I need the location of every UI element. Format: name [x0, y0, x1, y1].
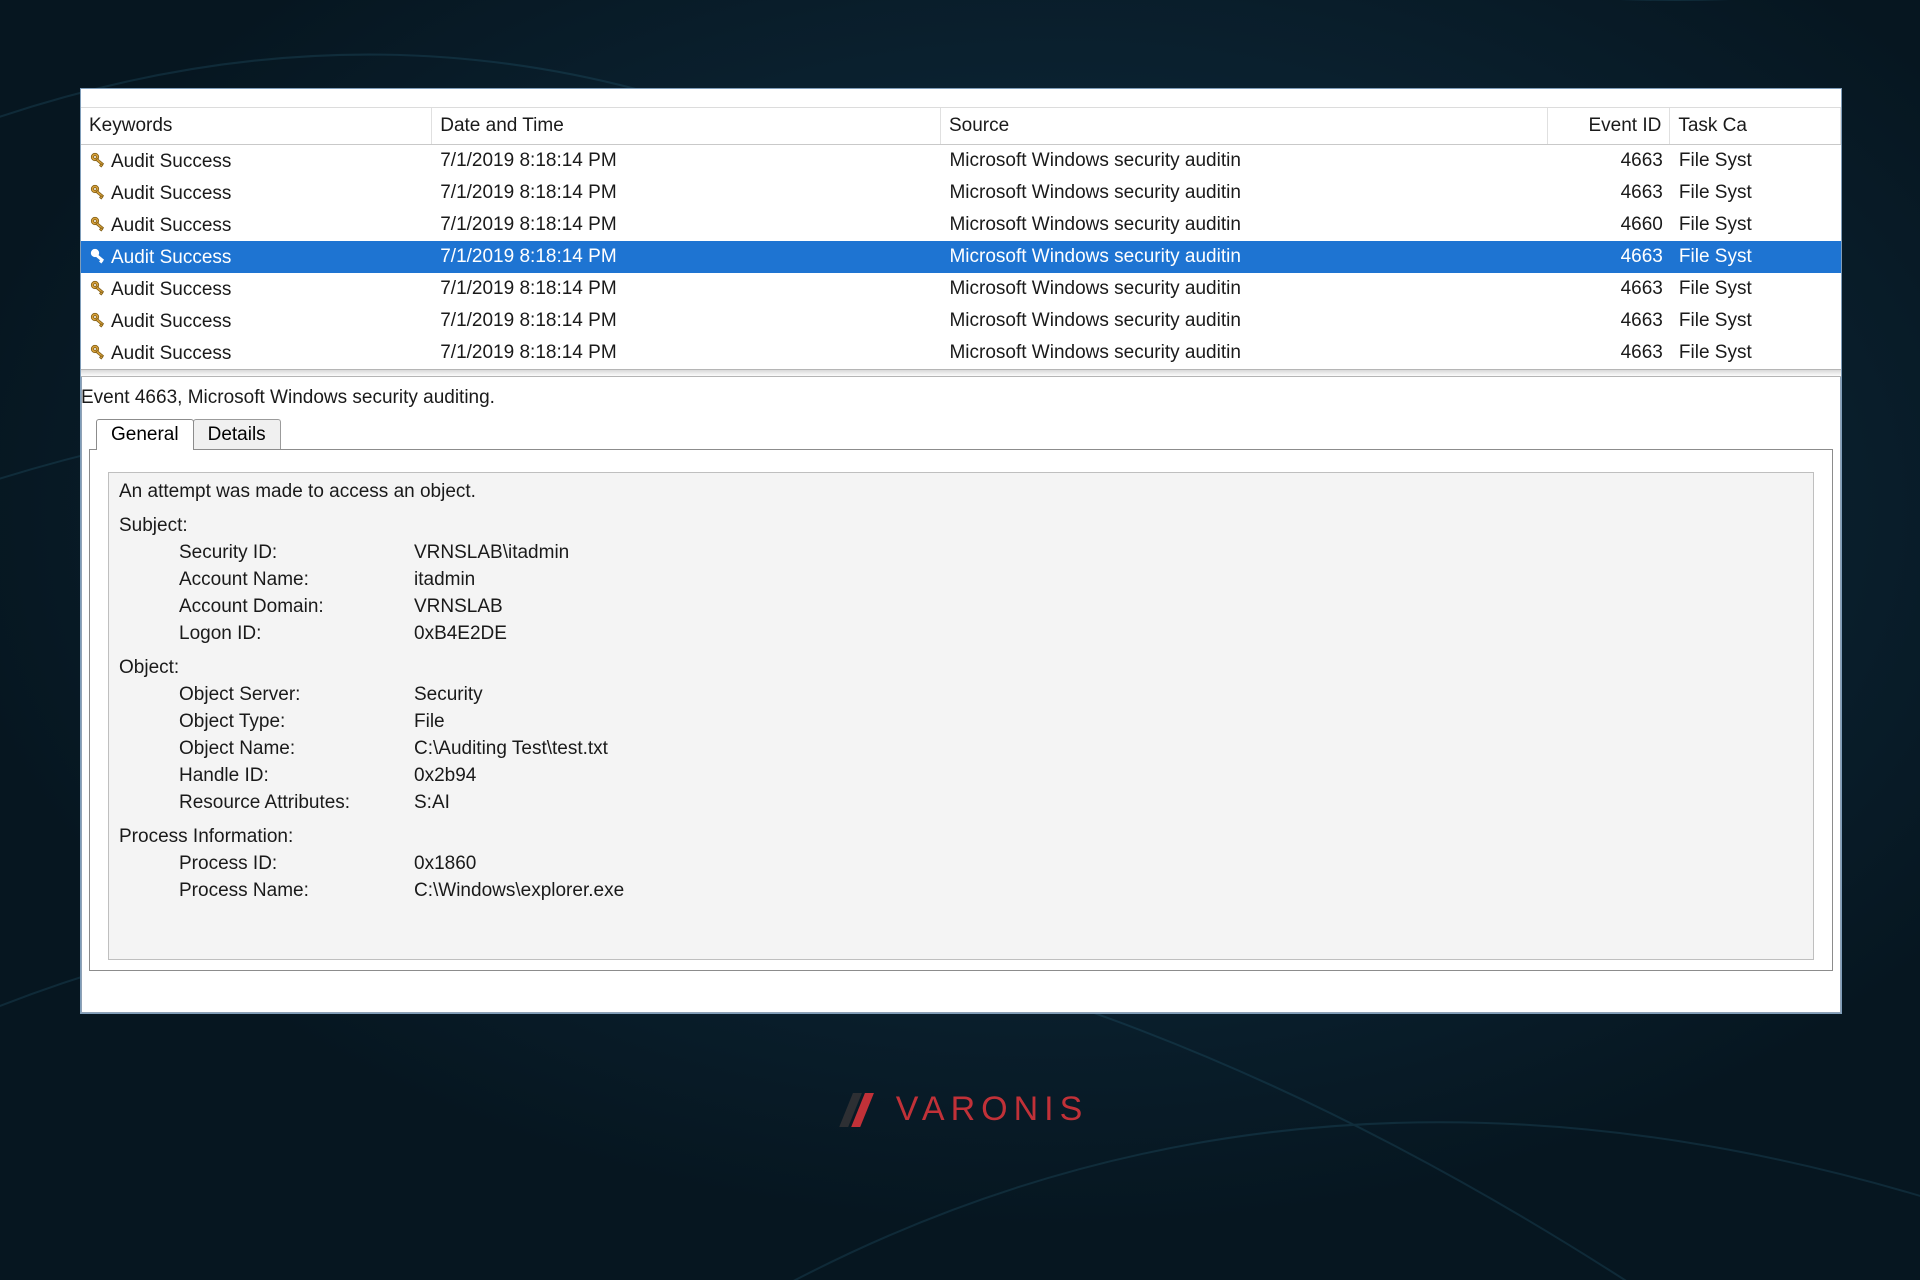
table-row[interactable]: Audit Success 7/1/2019 8:18:14 PMMicrosof… — [81, 305, 1841, 337]
cell-source: Microsoft Windows security auditin — [941, 150, 1548, 172]
cell-source: Microsoft Windows security auditin — [941, 342, 1548, 364]
splitter[interactable] — [81, 369, 1841, 377]
cell-datetime: 7/1/2019 8:18:14 PM — [432, 246, 941, 268]
label-handle-id: Handle ID: — [179, 762, 414, 789]
cell-task: File Syst — [1671, 214, 1841, 236]
value-security-id: VRNSLAB\itadmin — [414, 539, 1803, 566]
key-icon — [89, 247, 111, 268]
cell-datetime: 7/1/2019 8:18:14 PM — [432, 342, 941, 364]
table-row[interactable]: Audit Success 7/1/2019 8:18:14 PMMicrosof… — [81, 337, 1841, 369]
value-object-name: C:\Auditing Test\test.txt — [414, 735, 1803, 762]
value-logon-id: 0xB4E2DE — [414, 620, 1803, 647]
cell-task: File Syst — [1671, 182, 1841, 204]
cell-source: Microsoft Windows security auditin — [941, 310, 1548, 332]
value-handle-id: 0x2b94 — [414, 762, 1803, 789]
label-account-name: Account Name: — [179, 566, 414, 593]
cell-keywords: Audit Success — [111, 311, 231, 332]
varonis-logo-text: VARONIS — [896, 1090, 1089, 1129]
cell-eventid: 4663 — [1549, 150, 1671, 172]
key-icon — [89, 183, 111, 204]
label-security-id: Security ID: — [179, 539, 414, 566]
label-resource-attr: Resource Attributes: — [179, 789, 414, 816]
col-header-datetime[interactable]: Date and Time — [432, 108, 941, 144]
section-process: Process Information: — [119, 824, 1803, 850]
cell-eventid: 4663 — [1549, 278, 1671, 300]
tab-general[interactable]: General — [96, 419, 194, 450]
cell-keywords: Audit Success — [111, 151, 231, 172]
varonis-logo: VARONIS — [832, 1090, 1089, 1129]
col-header-task[interactable]: Task Ca — [1670, 108, 1841, 144]
cell-datetime: 7/1/2019 8:18:14 PM — [432, 310, 941, 332]
table-row[interactable]: Audit Success 7/1/2019 8:18:14 PMMicrosof… — [81, 177, 1841, 209]
value-account-name: itadmin — [414, 566, 1803, 593]
value-process-name: C:\Windows\explorer.exe — [414, 877, 1803, 904]
tabs: General Details — [96, 419, 1841, 450]
value-object-type: File — [414, 708, 1803, 735]
label-logon-id: Logon ID: — [179, 620, 414, 647]
key-icon — [89, 311, 111, 332]
cell-eventid: 4663 — [1549, 182, 1671, 204]
table-row[interactable]: Audit Success 7/1/2019 8:18:14 PMMicrosof… — [81, 209, 1841, 241]
filter-strip — [81, 89, 1841, 108]
label-process-name: Process Name: — [179, 877, 414, 904]
label-object-server: Object Server: — [179, 681, 414, 708]
value-account-domain: VRNSLAB — [414, 593, 1803, 620]
cell-datetime: 7/1/2019 8:18:14 PM — [432, 214, 941, 236]
cell-datetime: 7/1/2019 8:18:14 PM — [432, 182, 941, 204]
detail-body: An attempt was made to access an object.… — [108, 472, 1814, 960]
section-object: Object: — [119, 655, 1803, 681]
cell-eventid: 4663 — [1549, 342, 1671, 364]
col-header-source[interactable]: Source — [941, 108, 1548, 144]
cell-keywords: Audit Success — [111, 247, 231, 268]
table-row[interactable]: Audit Success 7/1/2019 8:18:14 PMMicrosof… — [81, 241, 1841, 273]
cell-source: Microsoft Windows security auditin — [941, 182, 1548, 204]
tab-content: An attempt was made to access an object.… — [89, 449, 1833, 971]
value-process-id: 0x1860 — [414, 850, 1803, 877]
key-icon — [89, 151, 111, 172]
value-object-server: Security — [414, 681, 1803, 708]
cell-source: Microsoft Windows security auditin — [941, 278, 1548, 300]
cell-datetime: 7/1/2019 8:18:14 PM — [432, 150, 941, 172]
tab-details[interactable]: Details — [193, 419, 281, 450]
cell-task: File Syst — [1671, 342, 1841, 364]
key-icon — [89, 279, 111, 300]
label-object-name: Object Name: — [179, 735, 414, 762]
event-viewer-panel: Keywords Date and Time Source Event ID T… — [80, 88, 1842, 1014]
cell-eventid: 4660 — [1549, 214, 1671, 236]
cell-task: File Syst — [1671, 150, 1841, 172]
detail-summary: An attempt was made to access an object. — [119, 479, 1803, 505]
grid-body[interactable]: Audit Success7/1/2019 8:18:14 PMMicrosof… — [81, 145, 1841, 369]
key-icon — [89, 215, 111, 236]
detail-title: Event 4663, Microsoft Windows security a… — [81, 377, 1841, 419]
label-account-domain: Account Domain: — [179, 593, 414, 620]
cell-datetime: 7/1/2019 8:18:14 PM — [432, 278, 941, 300]
cell-keywords: Audit Success — [111, 183, 231, 204]
cell-keywords: Audit Success — [111, 343, 231, 364]
cell-task: File Syst — [1671, 310, 1841, 332]
cell-source: Microsoft Windows security auditin — [941, 246, 1548, 268]
label-process-id: Process ID: — [179, 850, 414, 877]
cell-task: File Syst — [1671, 278, 1841, 300]
cell-eventid: 4663 — [1549, 310, 1671, 332]
cell-task: File Syst — [1671, 246, 1841, 268]
cell-eventid: 4663 — [1549, 246, 1671, 268]
col-header-keywords[interactable]: Keywords — [81, 108, 432, 144]
table-row[interactable]: Audit Success 7/1/2019 8:18:14 PMMicrosof… — [81, 145, 1841, 177]
cell-keywords: Audit Success — [111, 279, 231, 300]
varonis-slash-icon — [832, 1091, 882, 1129]
cell-source: Microsoft Windows security auditin — [941, 214, 1548, 236]
value-resource-attr: S:AI — [414, 789, 1803, 816]
label-object-type: Object Type: — [179, 708, 414, 735]
section-subject: Subject: — [119, 513, 1803, 539]
key-icon — [89, 343, 111, 364]
col-header-eventid[interactable]: Event ID — [1548, 108, 1671, 144]
table-row[interactable]: Audit Success 7/1/2019 8:18:14 PMMicrosof… — [81, 273, 1841, 305]
grid-header: Keywords Date and Time Source Event ID T… — [81, 108, 1841, 145]
cell-keywords: Audit Success — [111, 215, 231, 236]
